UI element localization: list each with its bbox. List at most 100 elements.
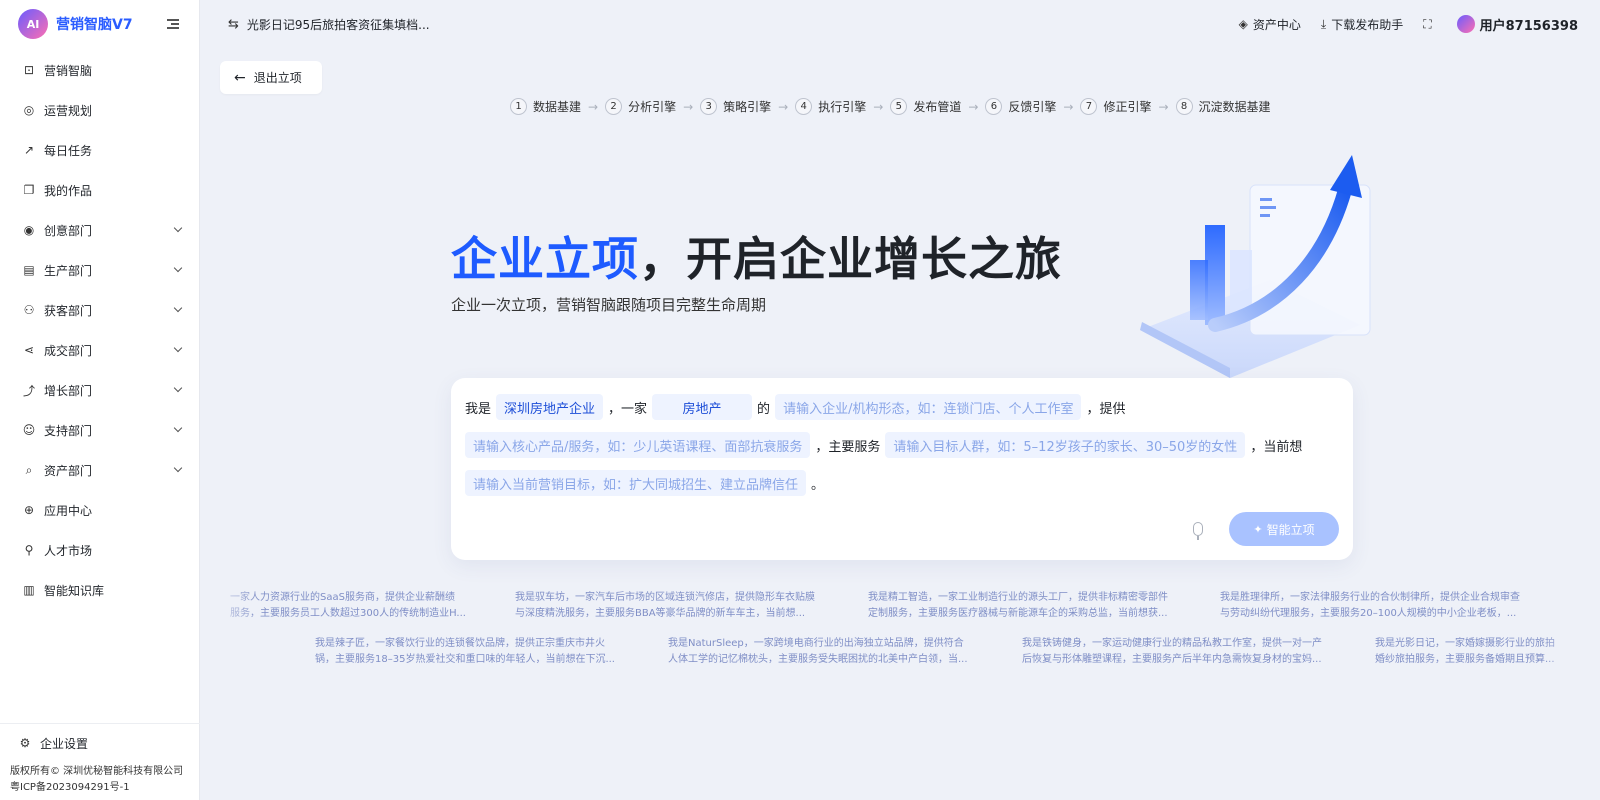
sidebar-item-label: 营销智脑	[44, 63, 93, 78]
collapse-sidebar-icon[interactable]	[167, 17, 181, 31]
sidebar-item-2[interactable]: ↗ 每日任务	[0, 130, 199, 170]
chevron-down-icon[interactable]	[173, 303, 183, 313]
sidebar-item-label: 创意部门	[44, 223, 93, 238]
switch-project-icon[interactable]: ⇆	[228, 17, 239, 32]
text-provide: ，提供	[1086, 401, 1126, 417]
download-helper-label: 下载发布助手	[1331, 17, 1404, 32]
example-line: 我是驭车坊，一家汽车后市场的区域连锁汽修店，提供隐形车衣贴膜	[515, 592, 815, 603]
brand: AI 营销智脑V7	[0, 0, 199, 48]
download-helper-link[interactable]: ⤓ 下载发布助手	[1321, 16, 1403, 33]
sidebar-item-label: 运营规划	[44, 103, 93, 118]
robot-icon: ⊡	[23, 63, 35, 77]
asset-center-link[interactable]: ◈ 资产中心	[1239, 16, 1301, 33]
enterprise-settings[interactable]: ⚙ 企业设置	[0, 726, 200, 760]
layers-icon: ◈	[1238, 17, 1248, 31]
chevron-down-icon[interactable]	[173, 263, 183, 273]
topbar: ⇆ 光影日记95后旅拍客资征集填档... ◈ 资产中心 ⤓ 下载发布助手 ⛶ 用…	[200, 0, 1600, 48]
step-6[interactable]: 6 反馈引擎	[985, 98, 1056, 115]
brand-name: 营销智脑V7	[56, 17, 133, 33]
exit-project-button[interactable]: ← 退出立项	[220, 61, 322, 94]
top-actions: ◈ 资产中心 ⤓ 下载发布助手 ⛶ 用户87156398	[1219, 15, 1578, 34]
step-label: 发布管道	[913, 100, 962, 114]
step-2[interactable]: 2 分析引擎	[605, 98, 676, 115]
step-label: 策略引擎	[723, 100, 772, 114]
sidebar-item-label: 智能知识库	[44, 583, 105, 598]
chevron-down-icon[interactable]	[173, 423, 183, 433]
sidebar-item-label: 生产部门	[44, 263, 93, 278]
step-arrow-icon: →	[873, 99, 884, 114]
sidebar-item-label: 资产部门	[44, 463, 93, 478]
example-item[interactable]: 我是辣子匠，一家餐饮行业的连锁餐饮品牌，提供正宗重庆市井火 锅，主要服务18–35…	[315, 636, 615, 668]
sidebar-item-3[interactable]: ❐ 我的作品	[0, 170, 199, 210]
fade-right	[1540, 590, 1600, 700]
example-item[interactable]: 我是铁铸健身，一家运动健康行业的精品私教工作室，提供一对一产 后恢复与形体雕塑课程…	[1022, 636, 1322, 668]
asset-search-icon: ⌕	[25, 462, 33, 477]
sidebar-item-label: 增长部门	[44, 383, 93, 398]
sidebar-item-9[interactable]: ☺ 支持部门	[0, 410, 199, 450]
example-line: 服务，主要服务员工人数超过300人的传统制造业H...	[230, 608, 466, 619]
step-8[interactable]: 8 沉淀数据基建	[1175, 98, 1271, 115]
form-footer: ✦ 智能立项	[1193, 512, 1339, 546]
project-title[interactable]: 光影日记95后旅拍客资征集填档...	[247, 16, 430, 33]
step-3[interactable]: 3 策略引擎	[700, 98, 771, 115]
microphone-icon[interactable]	[1193, 522, 1203, 540]
chevron-down-icon[interactable]	[173, 463, 183, 473]
user-menu[interactable]: 用户87156398	[1456, 15, 1578, 34]
step-number: 2	[605, 98, 623, 115]
sidebar-item-label: 成交部门	[44, 343, 93, 358]
sidebar-item-5[interactable]: ▤ 生产部门	[0, 250, 199, 290]
sidebar-item-label: 获客部门	[44, 303, 93, 318]
sidebar-item-10[interactable]: ⌕ 资产部门	[0, 450, 199, 490]
sidebar-item-12[interactable]: ⚲ 人才市场	[0, 530, 199, 570]
hero-title-rest: ，开启企业增长之旅	[639, 232, 1062, 286]
sidebar-item-8[interactable]: ⤴ 增长部门	[0, 370, 199, 410]
sparkle-icon: ✦	[1253, 522, 1263, 536]
smart-project-button[interactable]: ✦ 智能立项	[1229, 512, 1339, 546]
sidebar-item-label: 支持部门	[44, 423, 93, 438]
chevron-down-icon[interactable]	[173, 223, 183, 233]
sidebar-item-11[interactable]: ⊕ 应用中心	[0, 490, 199, 530]
sidebar-item-4[interactable]: ◉ 创意部门	[0, 210, 199, 250]
step-number: 3	[700, 98, 718, 115]
step-5[interactable]: 5 发布管道	[890, 98, 961, 115]
example-item[interactable]: 我是NaturSleep，一家跨境电商行业的出海独立站品牌，提供符合 人体工学的记…	[668, 636, 968, 668]
step-7[interactable]: 7 修正引擎	[1080, 98, 1151, 115]
org-form-input[interactable]: 请输入企业/机构形态，如：连锁门店、个人工作室	[775, 394, 1082, 420]
text-want: ，当前想	[1250, 439, 1303, 455]
example-line: 我是铁铸健身，一家运动健康行业的精品私教工作室，提供一对一产	[1022, 638, 1322, 649]
smart-project-label: 智能立项	[1266, 522, 1315, 537]
example-item[interactable]: 我是驭车坊，一家汽车后市场的区域连锁汽修店，提供隐形车衣贴膜 与深度精洗服务，主要…	[515, 590, 815, 622]
example-carousel: 一家人力资源行业的SaaS服务商，提供企业薪酬绩 服务，主要服务员工人数超过300…	[200, 590, 1600, 700]
example-item[interactable]: 我是精工智造，一家工业制造行业的源头工厂，提供非标精密零部件 定制服务，主要服务医…	[868, 590, 1168, 622]
form-line-3: 请输入当前营销目标，如：扩大同城招生、建立品牌信任 。	[465, 468, 1339, 498]
step-arrow-icon: →	[1158, 99, 1169, 114]
sidebar-item-1[interactable]: ◎ 运营规划	[0, 90, 199, 130]
step-arrow-icon: →	[1063, 99, 1074, 114]
example-item[interactable]: 一家人力资源行业的SaaS服务商，提供企业薪酬绩 服务，主要服务员工人数超过300…	[230, 590, 530, 622]
step-number: 1	[510, 98, 527, 115]
sidebar-item-6[interactable]: ⚇ 获客部门	[0, 290, 199, 330]
audience-input[interactable]: 请输入目标人群，如：5–12岁孩子的家长、30–50岁的女性	[885, 432, 1246, 458]
step-label: 分析引擎	[628, 100, 677, 114]
text-serve: ，主要服务	[815, 439, 881, 455]
sidebar-item-13[interactable]: ▥ 智能知识库	[0, 570, 199, 610]
chevron-down-icon[interactable]	[173, 343, 183, 353]
step-4[interactable]: 4 执行引擎	[795, 98, 866, 115]
company-input[interactable]: 深圳房地产企业	[496, 394, 604, 420]
example-line: 我是NaturSleep，一家跨境电商行业的出海独立站品牌，提供符合	[668, 638, 964, 649]
example-item[interactable]: 我是胜理律所，一家法律服务行业的合伙制律所，提供企业合规审查 与劳动纠纷代理服务，…	[1220, 590, 1520, 622]
fullscreen-button[interactable]: ⛶	[1423, 17, 1436, 32]
target-icon: ◎	[23, 103, 35, 117]
trend-icon: ↗	[23, 143, 35, 157]
step-1[interactable]: 1 数据基建	[510, 98, 581, 115]
industry-input[interactable]: 房地产	[652, 394, 753, 420]
goal-input[interactable]: 请输入当前营销目标，如：扩大同城招生、建立品牌信任	[465, 470, 807, 496]
sidebar-item-7[interactable]: ⋖ 成交部门	[0, 330, 199, 370]
example-line: 我是胜理律所，一家法律服务行业的合伙制律所，提供企业合规审查	[1220, 592, 1520, 603]
example-line: 与深度精洗服务，主要服务BBA等豪华品牌的新车车主，当前想...	[515, 608, 806, 619]
sidebar-item-0[interactable]: ⊡ 营销智脑	[0, 50, 199, 90]
example-line: 与劳动纠纷代理服务，主要服务20–100人规模的中小企业老板，...	[1220, 608, 1517, 619]
chevron-down-icon[interactable]	[173, 383, 183, 393]
step-number: 5	[890, 98, 908, 115]
product-input[interactable]: 请输入核心产品/服务，如：少儿英语课程、面部抗衰服务	[465, 432, 811, 458]
